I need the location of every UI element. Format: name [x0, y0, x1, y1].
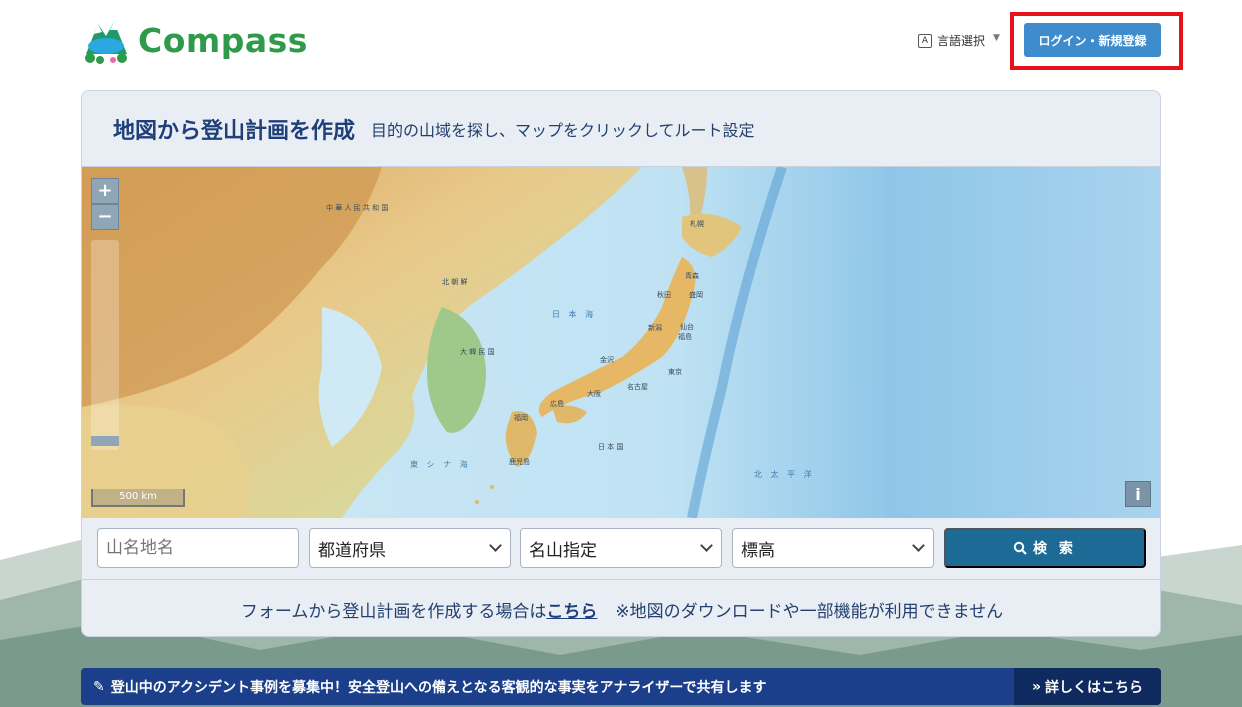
map-label-sendai: 仙台	[680, 323, 694, 331]
zoom-in-button[interactable]: +	[91, 178, 119, 204]
logo-text: Compass	[138, 20, 308, 60]
map-planner-card: 地図から登山計画を作成 目的の山域を探し、マップをクリックしてルート設定 中 華…	[81, 90, 1161, 637]
edit-icon: ✎	[93, 678, 105, 695]
map-terrain	[82, 167, 1160, 518]
map-label-east-china-sea: 東 シ ナ 海	[410, 460, 471, 469]
compass-logo[interactable]: Compass	[80, 14, 310, 66]
famous-mountain-select[interactable]: 名山指定	[520, 528, 722, 568]
map-label-hiroshima: 広島	[550, 400, 564, 408]
map-label-aomori: 青森	[685, 272, 699, 280]
banner-more-link[interactable]: » 詳しくはこちら	[1014, 668, 1161, 705]
map-label-akita: 秋田	[657, 291, 671, 299]
accident-report-banner[interactable]: ✎ 登山中のアクシデント事例を募集中！安全登山への備えとなる客観的な事実をアナラ…	[81, 668, 1161, 705]
map-label-kanazawa: 金沢	[600, 356, 614, 364]
zoom-slider-handle[interactable]	[91, 436, 119, 446]
prefecture-select-value: 都道府県	[318, 540, 386, 561]
map-label-morioka: 盛岡	[689, 291, 703, 299]
chevron-down-icon	[700, 539, 713, 552]
prefecture-select[interactable]: 都道府県	[309, 528, 511, 568]
language-label: 言語選択	[937, 34, 986, 48]
famous-mountain-select-value: 名山指定	[529, 540, 597, 561]
map-label-niigata: 新潟	[648, 324, 662, 332]
language-selector[interactable]: A 言語選択 ▼	[918, 32, 1000, 49]
zoom-slider[interactable]	[91, 240, 119, 450]
map-label-kagoshima: 鹿児島	[509, 458, 530, 466]
search-icon	[1013, 541, 1027, 555]
login-highlight-box: ログイン・新規登録	[1010, 12, 1183, 70]
mountain-logo-icon	[85, 22, 127, 64]
map-label-sea-of-japan: 日 本 海	[552, 310, 597, 319]
note-prefix: フォームから登山計画を作成する場合は	[240, 601, 547, 622]
map-label-tokyo: 東京	[668, 368, 682, 376]
map-label-china: 中 華 人 民 共 和 国	[326, 204, 389, 212]
map-label-south-korea: 大 韓 民 国	[460, 348, 495, 356]
zoom-control: + −	[91, 178, 119, 450]
chevron-down-icon	[912, 539, 925, 552]
search-form: 都道府県 名山指定 標高 検 索	[82, 518, 1160, 580]
map-label-pacific: 北 太 平 洋	[754, 470, 815, 479]
language-icon: A	[918, 33, 932, 48]
map-label-fukuoka: 福岡	[514, 414, 528, 422]
banner-more-label: 詳しくはこちら	[1045, 679, 1144, 696]
mountain-name-input[interactable]	[97, 528, 299, 568]
map-label-osaka: 大阪	[587, 390, 601, 398]
map-label-sapporo: 札幌	[690, 220, 704, 228]
map-scale: 500 km	[91, 489, 185, 507]
map-label-north-korea: 北 朝 鮮	[442, 278, 468, 286]
search-button-label: 検 索	[1033, 540, 1077, 556]
note-suffix: ※地図のダウンロードや一部機能が利用できません	[615, 601, 1004, 622]
chevron-down-icon	[489, 539, 502, 552]
map-label-nagoya: 名古屋	[627, 383, 648, 391]
card-title: 地図から登山計画を作成	[113, 118, 356, 144]
form-mode-note: フォームから登山計画を作成する場合は こちら ※地図のダウンロードや一部機能が利…	[82, 580, 1160, 636]
caret-down-icon: ▼	[993, 32, 1000, 43]
map-info-button[interactable]: i	[1125, 481, 1151, 507]
card-header: 地図から登山計画を作成 目的の山域を探し、マップをクリックしてルート設定	[82, 91, 1160, 167]
form-mode-link[interactable]: こちら	[546, 597, 597, 622]
map-label-japan: 日 本 国	[598, 443, 624, 451]
map-label-fukushima: 福島	[678, 333, 692, 341]
map-canvas[interactable]: 中 華 人 民 共 和 国 北 朝 鮮 大 韓 民 国 日 本 海 東 シ ナ …	[82, 167, 1160, 518]
banner-text: 登山中のアクシデント事例を募集中！安全登山への備えとなる客観的な事実をアナライザ…	[110, 679, 767, 696]
login-register-button[interactable]: ログイン・新規登録	[1024, 23, 1161, 57]
search-button[interactable]: 検 索	[944, 528, 1146, 568]
zoom-out-button[interactable]: −	[91, 204, 119, 230]
double-chevron-right-icon: »	[1031, 678, 1042, 695]
elevation-select-value: 標高	[741, 540, 775, 561]
card-subtitle: 目的の山域を探し、マップをクリックしてルート設定	[371, 120, 755, 140]
elevation-select[interactable]: 標高	[732, 528, 934, 568]
